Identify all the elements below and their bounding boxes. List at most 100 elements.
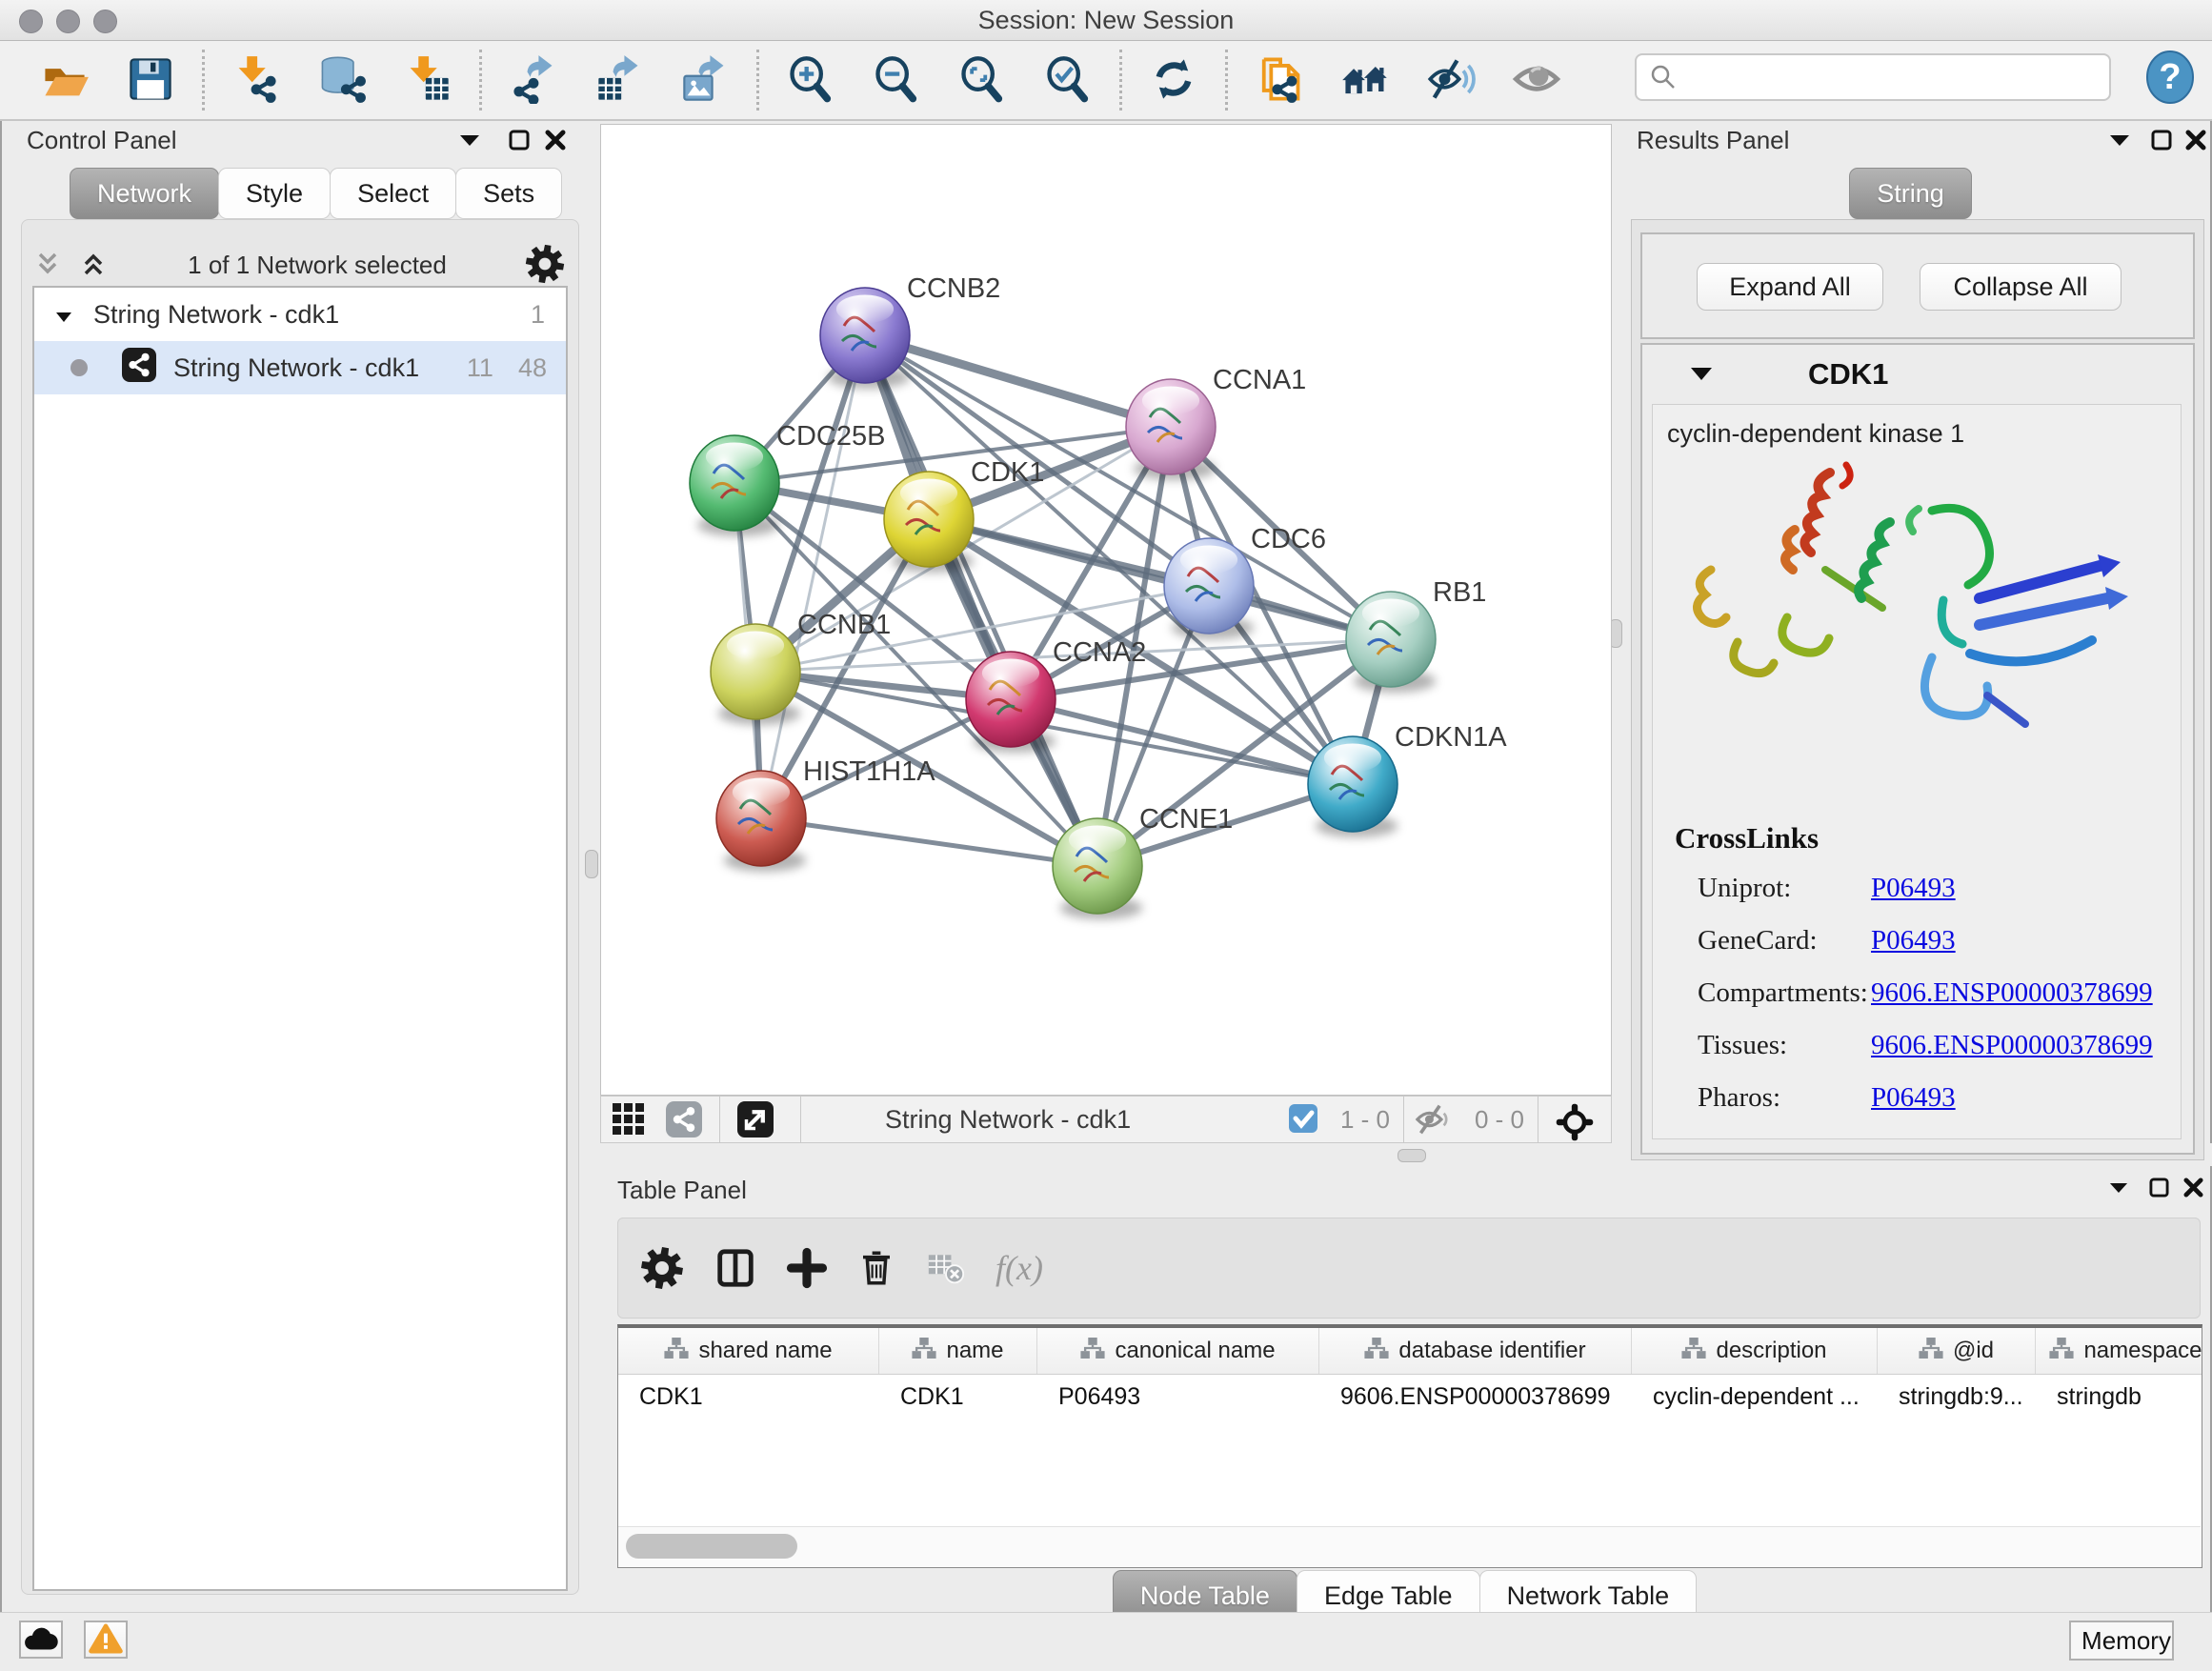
import-network-button[interactable] xyxy=(230,53,283,107)
column-tree-icon xyxy=(912,1338,936,1365)
expand-all-networks-icon[interactable] xyxy=(78,249,111,282)
column-header-namespace[interactable]: namespace xyxy=(2036,1328,2202,1374)
delete-column-trash-icon[interactable] xyxy=(856,1245,896,1291)
import-table-button[interactable] xyxy=(401,53,454,107)
table-cell[interactable]: P06493 xyxy=(1037,1375,1319,1419)
crosslink-link[interactable]: P06493 xyxy=(1871,1082,1956,1113)
collapse-all-button[interactable]: Collapse All xyxy=(1920,263,2122,311)
control-panel-collapse-icon[interactable] xyxy=(459,133,480,150)
network-node-CDKN1A[interactable]: CDKN1A xyxy=(1308,722,1507,837)
table-scrollbar-thumb[interactable] xyxy=(626,1534,797,1559)
birds-eye-grid-icon[interactable] xyxy=(611,1101,647,1137)
selected-checkbox[interactable] xyxy=(1289,1101,1317,1137)
column-header--id[interactable]: @id xyxy=(1878,1328,2036,1374)
tab-style[interactable]: Style xyxy=(218,168,331,219)
fit-selected-crosshair-icon[interactable] xyxy=(1554,1101,1596,1137)
tree-row-collection[interactable]: String Network - cdk1 1 xyxy=(34,288,566,341)
column-header-name[interactable]: name xyxy=(879,1328,1037,1374)
table-horizontal-scrollbar[interactable] xyxy=(618,1526,2201,1567)
tab-string[interactable]: String xyxy=(1849,168,1972,219)
network-node-RB1[interactable]: RB1 xyxy=(1346,577,1486,693)
crosslink-label: Pharos: xyxy=(1698,1082,1871,1114)
network-canvas[interactable]: CCNB2 CCNA1 CDC25B CDK1 CDC6 xyxy=(600,124,1612,1096)
save-session-button[interactable] xyxy=(124,53,177,107)
tab-sets[interactable]: Sets xyxy=(455,168,562,219)
table-cell[interactable]: CDK1 xyxy=(879,1375,1037,1419)
search-input[interactable] xyxy=(1635,53,2111,101)
control-panel-float-icon[interactable] xyxy=(509,130,530,153)
network-node-CCNA1[interactable]: CCNA1 xyxy=(1126,365,1306,480)
network-tree: String Network - cdk1 1 String Network -… xyxy=(32,286,568,1591)
string-home-button[interactable] xyxy=(1338,53,1392,107)
table-panel-close-icon[interactable] xyxy=(2183,1178,2203,1200)
column-header-database-identifier[interactable]: database identifier xyxy=(1319,1328,1632,1374)
expand-all-button[interactable]: Expand All xyxy=(1697,263,1883,311)
tab-select[interactable]: Select xyxy=(330,168,456,219)
crosslink-link[interactable]: P06493 xyxy=(1871,925,1956,956)
table-panel-collapse-icon[interactable] xyxy=(2109,1181,2128,1197)
zoom-out-button[interactable] xyxy=(870,53,923,107)
cloud-status-button[interactable] xyxy=(19,1621,63,1659)
zoom-in-button[interactable] xyxy=(784,53,837,107)
table-settings-gear-icon[interactable] xyxy=(639,1245,685,1291)
results-panel-float-icon[interactable] xyxy=(2151,130,2172,153)
import-database-button[interactable] xyxy=(315,53,369,107)
delete-table-icon[interactable] xyxy=(925,1245,967,1291)
open-in-new-window-icon[interactable] xyxy=(737,1101,774,1137)
column-header-shared-name[interactable]: shared name xyxy=(618,1328,879,1374)
table-panel-title: Table Panel xyxy=(617,1176,747,1205)
refresh-button[interactable] xyxy=(1147,53,1200,107)
function-builder-fx-icon[interactable]: f(x) xyxy=(995,1248,1043,1288)
help-button[interactable]: ? xyxy=(2145,50,2195,105)
left-splitter-handle[interactable] xyxy=(585,850,598,878)
open-session-button[interactable] xyxy=(38,53,91,107)
gene-card-expander-icon[interactable] xyxy=(1690,366,1713,384)
network-node-HIST1H1A[interactable]: HIST1H1A xyxy=(716,756,935,872)
column-header-canonical-name[interactable]: canonical name xyxy=(1037,1328,1319,1374)
control-panel-close-icon[interactable] xyxy=(545,130,566,153)
results-panel-close-icon[interactable] xyxy=(2185,130,2206,153)
crosslink-link[interactable]: P06493 xyxy=(1871,873,1956,903)
network-options-gear-icon[interactable] xyxy=(524,243,566,288)
zoom-fit-button[interactable] xyxy=(955,53,1009,107)
export-table-button[interactable] xyxy=(593,53,646,107)
hide-selected-button[interactable] xyxy=(1424,53,1478,107)
crosslink-link[interactable]: 9606.ENSP00000378699 xyxy=(1871,977,2153,1008)
memory-button[interactable]: Memory xyxy=(2069,1621,2174,1661)
show-columns-icon[interactable] xyxy=(714,1245,757,1291)
add-column-icon[interactable] xyxy=(786,1245,828,1291)
network-node-CCNE1[interactable]: CCNE1 xyxy=(1053,804,1233,919)
horizontal-splitter-handle[interactable] xyxy=(1398,1149,1426,1162)
collapse-all-networks-icon[interactable] xyxy=(32,249,65,282)
table-panel-float-icon[interactable] xyxy=(2149,1178,2169,1200)
warning-icon xyxy=(88,1643,124,1658)
table-cell[interactable]: 9606.ENSP00000378699 xyxy=(1319,1375,1632,1419)
zoom-selected-button[interactable] xyxy=(1041,53,1095,107)
export-image-button[interactable] xyxy=(678,53,732,107)
table-cell[interactable]: cyclin-dependent ... xyxy=(1632,1375,1878,1419)
tree-expander-icon[interactable] xyxy=(55,300,72,330)
table-header-row: shared namenamecanonical namedatabase id… xyxy=(618,1328,2202,1375)
crosslink-row: Tissues:9606.ENSP00000378699 xyxy=(1698,1030,2174,1068)
network-share-icon[interactable] xyxy=(666,1101,702,1137)
crosslink-label: Tissues: xyxy=(1698,1030,1871,1061)
warning-status-button[interactable] xyxy=(84,1621,128,1659)
table-row[interactable]: CDK1CDK1P064939606.ENSP00000378699cyclin… xyxy=(618,1375,2202,1419)
toolbar-separator xyxy=(202,50,205,111)
column-header-description[interactable]: description xyxy=(1632,1328,1878,1374)
results-panel-collapse-icon[interactable] xyxy=(2109,133,2130,150)
duplicate-network-button[interactable] xyxy=(1253,53,1306,107)
network-node-CDC6[interactable]: CDC6 xyxy=(1164,524,1326,639)
network-node-CDC25B[interactable]: CDC25B xyxy=(690,421,885,536)
table-cell[interactable]: stringdb:9... xyxy=(1878,1375,2036,1419)
export-network-button[interactable] xyxy=(507,53,560,107)
table-cell[interactable]: stringdb xyxy=(2036,1375,2202,1419)
crosslink-link[interactable]: 9606.ENSP00000378699 xyxy=(1871,1030,2153,1060)
tab-network[interactable]: Network xyxy=(70,168,219,219)
node-label-CCNE1: CCNE1 xyxy=(1139,804,1233,835)
hide-selected-icon xyxy=(1426,54,1476,104)
show-all-button[interactable] xyxy=(1510,53,1563,107)
tree-row-network[interactable]: String Network - cdk1 11 48 xyxy=(34,341,566,394)
crosslink-label: GeneCard: xyxy=(1698,925,1871,956)
table-cell[interactable]: CDK1 xyxy=(618,1375,879,1419)
